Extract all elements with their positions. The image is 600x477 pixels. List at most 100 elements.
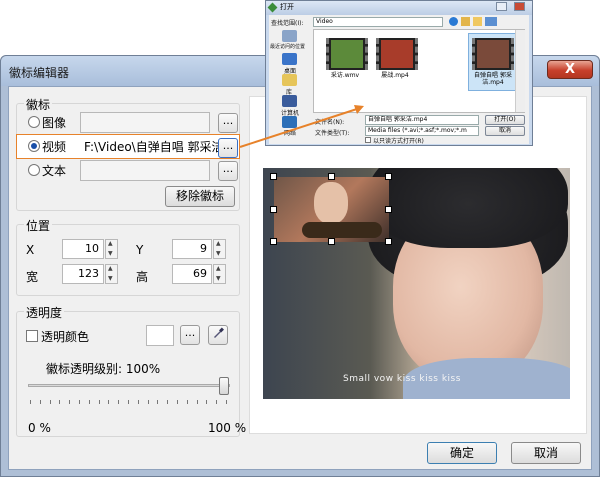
view-menu-icon[interactable] (485, 17, 497, 26)
back-icon[interactable] (449, 17, 458, 26)
color-browse-button[interactable]: ... (180, 325, 200, 345)
slider-tick (137, 400, 139, 404)
video-path-field[interactable]: F:\Video\自弹自唱 郭采洁 (84, 138, 224, 155)
look-in-label: 查找范围(I): (271, 20, 304, 27)
resize-handle-tl[interactable] (270, 173, 277, 180)
up-folder-icon[interactable] (461, 17, 470, 26)
file-list-scrollbar[interactable] (515, 30, 525, 112)
resize-handle-br[interactable] (385, 238, 392, 245)
radio-image[interactable] (28, 116, 40, 128)
resize-handle-t[interactable] (328, 173, 335, 180)
resize-handle-tr[interactable] (385, 173, 392, 180)
height-label: 高 (136, 270, 149, 284)
file-thumb-3[interactable] (472, 38, 514, 70)
radio-video[interactable] (28, 140, 40, 152)
open-dialog-title-bar[interactable]: 打开 (266, 1, 532, 15)
open-dialog-title: 打开 (280, 3, 294, 11)
radio-text-label: 文本 (42, 164, 67, 178)
readonly-checkbox[interactable] (365, 137, 371, 143)
y-spinner[interactable] (213, 239, 226, 259)
file-name-1[interactable]: 采访.wmv (322, 72, 368, 79)
slider-tick (128, 400, 129, 404)
x-input[interactable]: 10 (62, 239, 104, 259)
image-browse-button[interactable]: ... (218, 113, 238, 133)
image-path-field[interactable] (80, 112, 210, 133)
open-button[interactable]: 打开(O) (485, 115, 525, 125)
slider-tick (216, 400, 218, 404)
filetype-label: 文件类型(T): (315, 130, 350, 137)
position-group (16, 224, 240, 296)
logo-group-title: 徽标 (24, 96, 53, 113)
file-thumb-1[interactable] (326, 38, 368, 70)
cancel-button[interactable]: 取消 (511, 442, 581, 464)
slider-tick (79, 400, 80, 404)
resize-handle-l[interactable] (270, 206, 277, 213)
places-network[interactable]: 网络 (284, 128, 296, 137)
slider-tick (49, 400, 51, 404)
resize-handle-bl[interactable] (270, 238, 277, 245)
new-folder-icon[interactable] (473, 17, 482, 26)
slider-tick (118, 400, 120, 404)
eyedropper-icon[interactable] (208, 325, 228, 345)
slider-tick (69, 400, 71, 404)
library-icon[interactable] (282, 74, 297, 86)
look-in-combo[interactable]: Video (313, 17, 443, 27)
slider-tick (177, 400, 178, 404)
open-dialog-cancel-button[interactable]: 取消 (485, 126, 525, 136)
transparency-level-label: 徽标透明级别: 100% (46, 362, 161, 376)
radio-text[interactable] (28, 164, 40, 176)
close-icon[interactable] (514, 2, 525, 11)
slider-max-label: 100 % (208, 421, 247, 435)
open-file-dialog: 打开 查找范围(I): Video 最近访问的位置 桌面 库 计算机 网络 采访… (265, 0, 533, 146)
y-label: Y (136, 243, 144, 257)
height-spinner[interactable] (213, 264, 226, 284)
width-input[interactable]: 123 (62, 264, 104, 284)
readonly-label: 以只读方式打开(R) (373, 138, 424, 145)
file-name-3[interactable]: 自弹自唱 郭采洁.mp4 (470, 72, 516, 86)
width-spinner[interactable] (105, 264, 118, 284)
minimize-icon[interactable] (496, 2, 507, 11)
dialog-title: 徽标编辑器 (9, 66, 70, 80)
color-swatch[interactable] (146, 325, 174, 346)
radio-video-label: 视频 (42, 140, 67, 154)
video-browse-button[interactable]: ... (218, 138, 238, 158)
resize-handle-b[interactable] (328, 238, 335, 245)
y-input[interactable]: 9 (172, 239, 212, 259)
file-thumb-2[interactable] (376, 38, 418, 70)
filename-label: 文件名(N): (315, 119, 345, 126)
slider-tick (39, 400, 41, 404)
slider-tick (226, 400, 227, 404)
radio-image-label: 图像 (42, 116, 67, 130)
slider-tick (147, 400, 149, 404)
places-bar: 最近访问的位置 桌面 库 计算机 网络 (270, 28, 312, 137)
computer-icon[interactable] (282, 95, 297, 107)
transparency-slider-thumb[interactable] (219, 377, 229, 395)
overlay-guitar (302, 222, 382, 238)
recent-places-icon[interactable] (282, 30, 297, 42)
text-browse-button[interactable]: ... (218, 161, 238, 181)
slider-min-label: 0 % (28, 421, 51, 435)
slider-tick (59, 400, 61, 404)
x-spinner[interactable] (105, 239, 118, 259)
remove-logo-button[interactable]: 移除徽标 (165, 186, 235, 207)
resize-handle-r[interactable] (385, 206, 392, 213)
transparency-slider-track[interactable] (28, 384, 230, 387)
ok-button[interactable]: 确定 (427, 442, 497, 464)
transparent-color-checkbox[interactable] (26, 330, 38, 342)
desktop-icon[interactable] (282, 53, 297, 65)
places-recent[interactable]: 最近访问的位置 (270, 43, 305, 50)
slider-tick (167, 400, 169, 404)
file-list[interactable]: 采访.wmv 屡战.mp4 自弹自唱 郭采洁.mp4 (313, 29, 525, 113)
height-input[interactable]: 69 (172, 264, 212, 284)
text-field[interactable] (80, 160, 210, 181)
filetype-select[interactable]: Media files (*.avi;*.asf;*.mov;*.m (365, 126, 479, 136)
transparency-group-title: 透明度 (24, 304, 65, 321)
slider-tick (88, 400, 90, 404)
file-name-2[interactable]: 屡战.mp4 (372, 72, 418, 79)
close-button[interactable]: X (547, 60, 593, 79)
logo-video-overlay[interactable] (274, 177, 389, 242)
filename-input[interactable]: 自弹自唱 郭采洁.mp4 (365, 115, 479, 125)
width-label: 宽 (26, 270, 39, 284)
slider-tick (108, 400, 110, 404)
network-icon[interactable] (282, 116, 297, 128)
